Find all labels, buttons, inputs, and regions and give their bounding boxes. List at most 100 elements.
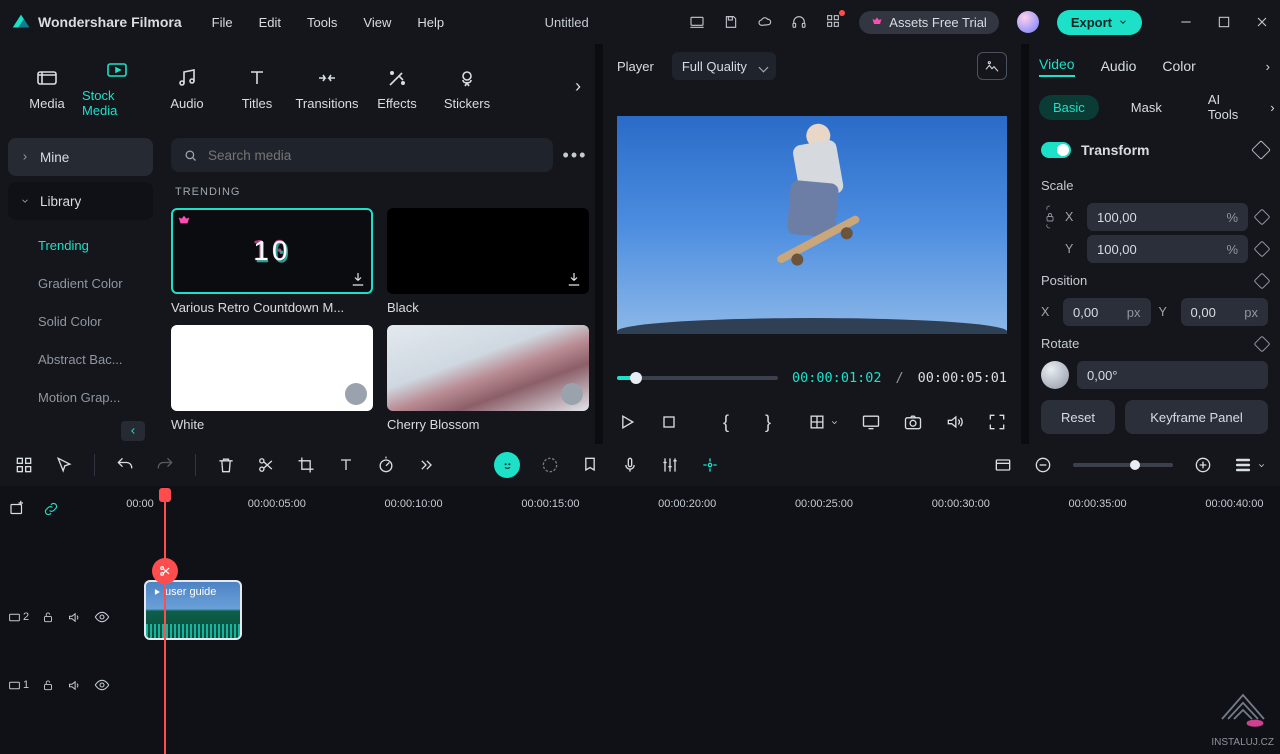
media-card[interactable]: 10 Various Retro Countdown M...: [171, 208, 373, 315]
split-button[interactable]: [256, 455, 276, 475]
visibility-icon[interactable]: [94, 609, 110, 625]
menu-help[interactable]: Help: [417, 15, 444, 30]
lock-icon[interactable]: [1044, 211, 1056, 223]
save-icon[interactable]: [723, 14, 739, 30]
track-header-v2[interactable]: 2: [8, 586, 132, 648]
add-track-button[interactable]: [8, 500, 26, 518]
rotate-input[interactable]: 0,00°: [1077, 361, 1268, 389]
menu-edit[interactable]: Edit: [259, 15, 281, 30]
sidebar-item-solid[interactable]: Solid Color: [8, 302, 153, 340]
camera-button[interactable]: [903, 412, 923, 432]
menu-view[interactable]: View: [363, 15, 391, 30]
window-minimize-icon[interactable]: [1178, 14, 1194, 30]
media-card[interactable]: Cherry Blossom: [387, 325, 589, 432]
ai-button[interactable]: [494, 452, 520, 478]
snap-button[interactable]: [700, 455, 720, 475]
position-y-input[interactable]: 0,00px: [1181, 298, 1269, 326]
menu-tools[interactable]: Tools: [307, 15, 337, 30]
scale-x-keyframe[interactable]: [1254, 209, 1271, 226]
tracks-icon[interactable]: [14, 455, 34, 475]
undo-button[interactable]: [115, 455, 135, 475]
preview-tab-player[interactable]: Player: [617, 59, 654, 74]
cloud-icon[interactable]: [757, 14, 773, 30]
search-input[interactable]: [208, 148, 541, 163]
device-icon[interactable]: [689, 14, 705, 30]
split-marker[interactable]: [152, 558, 178, 584]
inspector-tab-video[interactable]: Video: [1039, 56, 1075, 77]
play-button[interactable]: [617, 412, 637, 432]
assets-trial-button[interactable]: Assets Free Trial: [859, 11, 999, 34]
menu-file[interactable]: File: [212, 15, 233, 30]
sidebar-library[interactable]: Library: [8, 182, 153, 220]
tab-transitions[interactable]: Transitions: [292, 66, 362, 111]
position-x-input[interactable]: 0,00px: [1063, 298, 1151, 326]
zoom-slider[interactable]: [1073, 463, 1173, 467]
link-button[interactable]: [42, 500, 60, 518]
select-tool-icon[interactable]: [54, 455, 74, 475]
keyframe-panel-button[interactable]: Keyframe Panel: [1125, 400, 1268, 434]
tab-stickers[interactable]: Stickers: [432, 66, 502, 111]
sidebar-item-abstract[interactable]: Abstract Bac...: [8, 340, 153, 378]
lock-icon[interactable]: [41, 678, 55, 692]
audio-mixer-button[interactable]: [660, 455, 680, 475]
window-close-icon[interactable]: [1254, 14, 1270, 30]
transform-keyframe[interactable]: [1251, 140, 1271, 160]
inspector-tab-color[interactable]: Color: [1162, 58, 1195, 74]
text-tool-button[interactable]: [336, 455, 356, 475]
timeline-view-button[interactable]: [1233, 455, 1266, 475]
zoom-out-button[interactable]: [1033, 455, 1053, 475]
lock-icon[interactable]: [41, 610, 55, 624]
window-maximize-icon[interactable]: [1216, 14, 1232, 30]
visibility-icon[interactable]: [94, 677, 110, 693]
subtab-mask[interactable]: Mask: [1117, 95, 1176, 120]
position-keyframe[interactable]: [1254, 272, 1271, 289]
volume-button[interactable]: [945, 412, 965, 432]
crop-button[interactable]: [296, 455, 316, 475]
speed-button[interactable]: [376, 455, 396, 475]
media-list-more-button[interactable]: •••: [561, 145, 589, 166]
track-header-v1[interactable]: 1: [8, 654, 132, 716]
scale-x-input[interactable]: 100,00%: [1087, 203, 1248, 231]
redo-button[interactable]: [155, 455, 175, 475]
sidebar-item-motion[interactable]: Motion Grap...: [8, 378, 153, 416]
playhead[interactable]: [164, 490, 166, 754]
sidebar-collapse-button[interactable]: [121, 421, 145, 441]
download-icon[interactable]: [565, 270, 583, 288]
media-tabs-more[interactable]: ›: [569, 66, 587, 106]
user-avatar[interactable]: [1017, 11, 1039, 33]
export-button[interactable]: Export: [1057, 10, 1142, 35]
headphones-icon[interactable]: [791, 14, 807, 30]
tab-audio[interactable]: Audio: [152, 66, 222, 111]
media-card[interactable]: Black: [387, 208, 589, 315]
aspect-button[interactable]: [807, 412, 839, 432]
apps-icon[interactable]: [825, 13, 841, 32]
zoom-in-button[interactable]: [1193, 455, 1213, 475]
marker-button[interactable]: [580, 455, 600, 475]
tab-effects[interactable]: Effects: [362, 66, 432, 111]
transform-toggle[interactable]: [1041, 142, 1071, 158]
rotate-keyframe[interactable]: [1254, 335, 1271, 352]
tab-stock-media[interactable]: Stock Media: [82, 58, 152, 118]
sidebar-item-gradient[interactable]: Gradient Color: [8, 264, 153, 302]
toolbar-more-button[interactable]: [416, 455, 436, 475]
scale-y-keyframe[interactable]: [1254, 241, 1271, 258]
fullscreen-button[interactable]: [987, 412, 1007, 432]
inspector-subtabs-more[interactable]: ›: [1270, 100, 1274, 115]
subtab-aitools[interactable]: AI Tools: [1194, 87, 1252, 127]
media-card[interactable]: White: [171, 325, 373, 432]
sidebar-item-trending[interactable]: Trending: [8, 226, 153, 264]
tab-titles[interactable]: Titles: [222, 66, 292, 111]
mute-icon[interactable]: [67, 678, 82, 693]
preview-canvas[interactable]: [617, 116, 1007, 334]
inspector-tab-audio[interactable]: Audio: [1101, 58, 1137, 74]
preview-quality-select[interactable]: Full Quality: [672, 52, 776, 80]
mark-out-button[interactable]: }: [765, 412, 785, 432]
track-lane-v1[interactable]: [140, 648, 1280, 710]
preview-scrubber[interactable]: [617, 376, 778, 380]
mute-icon[interactable]: [67, 610, 82, 625]
subtab-basic[interactable]: Basic: [1039, 95, 1099, 120]
inspector-tabs-more[interactable]: ›: [1266, 59, 1270, 74]
mark-in-button[interactable]: {: [723, 412, 743, 432]
timeline-clip[interactable]: user guide: [144, 580, 242, 640]
download-icon[interactable]: [349, 270, 367, 288]
